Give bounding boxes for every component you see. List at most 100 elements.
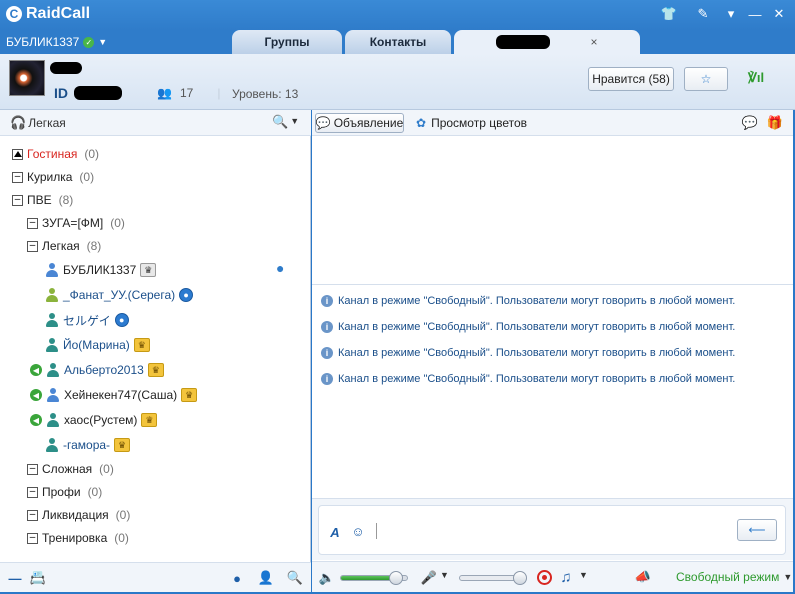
slider-knob[interactable] (388, 571, 403, 585)
tree-item-label: Тренировка (42, 531, 108, 545)
star-icon: ☆ (700, 72, 712, 86)
tree-item-count: (0) (115, 508, 131, 522)
send-button[interactable]: ⟵ (737, 519, 777, 541)
chevron-down-icon[interactable]: ▼ (440, 570, 449, 580)
font-format-icon[interactable]: A (327, 524, 343, 540)
collapse-icon[interactable]: – (27, 486, 38, 498)
contact-card-icon[interactable]: 📇 (30, 570, 46, 585)
collapse-icon[interactable]: – (27, 217, 38, 229)
emoji-icon[interactable]: ☺ (350, 523, 366, 539)
tree-item-liquidation[interactable]: – Ликвидация (0) (27, 505, 130, 525)
mic-volume-slider[interactable] (459, 571, 527, 585)
status-dropdown-icon[interactable]: ▼ (98, 37, 107, 47)
info-icon: i (321, 321, 333, 333)
close-tab-icon[interactable]: × (590, 35, 597, 49)
like-button[interactable]: Нравится (58) (588, 67, 674, 91)
tree-item-label: Гостиная (27, 147, 78, 161)
tree-item-hard[interactable]: – Сложная (0) (27, 459, 114, 479)
chat-settings-icon[interactable]: 💬 (742, 115, 758, 131)
record-icon[interactable] (537, 570, 552, 585)
text-cursor (376, 523, 377, 539)
voice-mode-dropdown[interactable]: Свободный режим ▼ (676, 570, 792, 584)
collapse-icon[interactable]: – (12, 171, 23, 183)
view-flowers-button[interactable]: ✿ Просмотр цветов (416, 116, 527, 130)
system-message: i Канал в режиме "Свободный". Пользовате… (321, 321, 735, 333)
user-item[interactable]: БУБЛИК1337 ♛ (45, 260, 157, 280)
members-count: 👥 17 | (157, 86, 220, 100)
role-badge-icon: ♛ (140, 263, 157, 277)
search-icon[interactable]: 🔍 (287, 570, 303, 585)
user-icon (45, 263, 59, 277)
user-name: -гамора- (63, 438, 111, 452)
channel-avatar[interactable] (9, 60, 45, 96)
speaker-volume-fill (341, 576, 396, 580)
collapse-all-icon[interactable]: — (8, 571, 22, 586)
current-room[interactable]: 🎧 Легкая (10, 115, 66, 131)
tree-item-pve[interactable]: – ПВЕ (8) (12, 190, 73, 210)
channel-level: Уровень: 13 (232, 87, 299, 101)
music-note-icon[interactable]: ♫ (558, 569, 574, 586)
tab-label: Контакты (369, 35, 427, 49)
tree-item-label: Сложная (42, 462, 93, 476)
tab-channel[interactable]: × (454, 30, 640, 54)
user-name: БУБЛИК1337 (63, 263, 137, 277)
favorite-button[interactable]: ☆ (684, 67, 728, 91)
announcement-button[interactable]: 💬 Объявление (315, 113, 404, 133)
close-button[interactable]: ✕ (770, 5, 788, 23)
tree-item-count: (0) (99, 462, 114, 476)
tree-item-label: Легкая (42, 239, 80, 253)
speaker-icon[interactable]: 🔈 (319, 570, 335, 586)
location-pin-icon[interactable]: ● (230, 571, 244, 586)
tree-item-count: (8) (58, 193, 74, 207)
info-icon: i (321, 295, 333, 307)
title-bar: C RaidCall 👕 ✎ ▾ — ✕ (0, 0, 795, 30)
location-pin-icon[interactable]: ● (276, 260, 284, 276)
tree-item-pro[interactable]: – Профи (0) (27, 482, 102, 502)
collapse-icon[interactable]: – (27, 240, 38, 252)
tab-label: Группы (264, 35, 310, 49)
tab-contacts[interactable]: Контакты (345, 30, 451, 54)
collapse-icon[interactable]: – (27, 532, 38, 544)
speaker-volume-slider[interactable] (340, 571, 408, 585)
user-profile-icon[interactable]: 👤 (258, 570, 274, 585)
message-input[interactable]: A ☺ ⟵ (318, 505, 786, 555)
user-name: Йо(Марина) (63, 338, 130, 352)
user-item[interactable]: ◀ Хейнекен747(Саша) ♛ (30, 385, 198, 405)
system-message: i Канал в режиме "Свободный". Пользовате… (321, 295, 735, 307)
chevron-down-icon[interactable]: ▼ (579, 570, 588, 580)
user-tabs-row: БУБЛИК1337 ✓ ▼ Группы Контакты × (0, 30, 795, 54)
slider-knob[interactable] (513, 571, 527, 585)
menu-icon[interactable]: ▾ (722, 5, 740, 23)
raidcall-logo-icon: C (6, 6, 22, 22)
tree-item-zuga[interactable]: – ЗУГА=[ФМ] (0) (27, 213, 125, 233)
tree-item-count: (0) (87, 485, 103, 499)
user-item[interactable]: セルゲイ ● (45, 310, 129, 330)
minimize-button[interactable]: — (746, 5, 764, 23)
collapse-icon[interactable]: – (27, 463, 38, 475)
tree-item-smoking[interactable]: – Курилка (0) (12, 167, 94, 187)
tree-item-count: (0) (79, 170, 95, 184)
user-item[interactable]: _Фанат_УУ.(Серега) ● (45, 285, 194, 305)
skin-shirt-icon[interactable]: 👕 (660, 5, 678, 23)
tree-item-label: Ликвидация (42, 508, 109, 522)
user-item[interactable]: Йо(Марина) ♛ (45, 335, 150, 355)
user-status[interactable]: БУБЛИК1337 ✓ ▼ (6, 35, 107, 49)
collapse-icon[interactable]: – (27, 509, 38, 521)
room-options[interactable]: 🔍 ▼ (272, 114, 299, 130)
tab-groups[interactable]: Группы (232, 30, 342, 54)
left-toolbar: 🎧 Легкая 🔍 ▼ (0, 110, 311, 136)
user-item[interactable]: -гамора- ♛ (45, 435, 131, 455)
collapse-icon[interactable]: – (12, 194, 23, 206)
microphone-icon[interactable]: 🎤 (421, 570, 437, 586)
notes-icon[interactable]: ✎ (694, 5, 712, 23)
user-item[interactable]: ◀ Альберто2013 ♛ (30, 360, 164, 380)
gift-box-icon[interactable]: 🎁 (767, 115, 783, 131)
tree-item-label: ЗУГА=[ФМ] (42, 216, 104, 230)
tree-item-lobby[interactable]: Гостиная (0) (12, 144, 99, 164)
system-message-text: Канал в режиме "Свободный". Пользователи… (338, 373, 736, 385)
guest-badge-icon: ● (179, 288, 194, 302)
tree-item-easy[interactable]: – Легкая (8) (27, 236, 101, 256)
tree-item-training[interactable]: – Тренировка (0) (27, 528, 129, 548)
chevron-down-icon: ▼ (783, 572, 793, 582)
user-item[interactable]: ◀ хаос(Рустем) ♛ (30, 410, 158, 430)
